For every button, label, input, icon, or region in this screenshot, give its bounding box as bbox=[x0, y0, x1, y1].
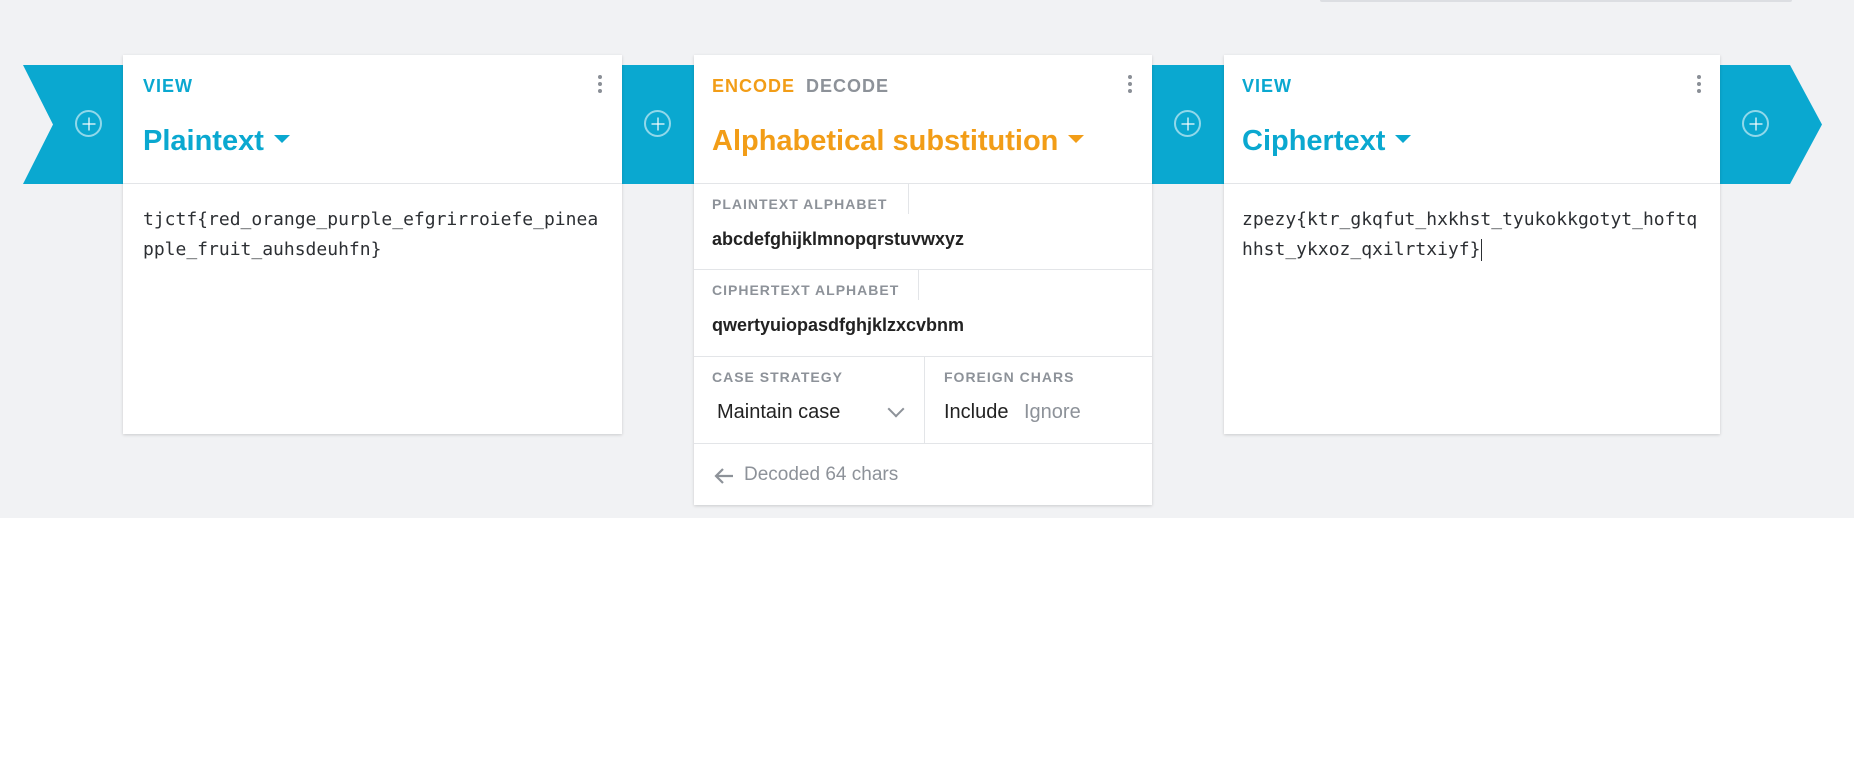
pipeline-end-band bbox=[1720, 65, 1822, 184]
plaintext-alphabet-field[interactable]: PLAINTEXT ALPHABET abcdefghijklmnopqrstu… bbox=[694, 184, 1152, 270]
chevron-down-icon[interactable] bbox=[887, 400, 905, 418]
ciphertext-view-card: VIEW Ciphertext zpezy{ktr_gkqfut_hxkhst_… bbox=[1224, 55, 1720, 434]
encoder-title: Alphabetical substitution bbox=[712, 125, 1059, 157]
text-cursor bbox=[1481, 239, 1483, 261]
caret-down-icon bbox=[1068, 135, 1085, 144]
plaintext-alphabet-value[interactable]: abcdefghijklmnopqrstuvwxyz bbox=[712, 229, 964, 250]
pipeline-connector-band bbox=[622, 65, 694, 184]
encoder-title-dropdown[interactable]: Alphabetical substitution bbox=[712, 125, 1085, 158]
more-vertical-icon[interactable] bbox=[1128, 75, 1132, 96]
arrow-left-icon bbox=[714, 468, 733, 484]
card-header: VIEW Plaintext bbox=[123, 55, 622, 184]
ciphertext-alphabet-value[interactable]: qwertyuiopasdfghjklzxcvbnm bbox=[712, 315, 964, 336]
add-step-icon[interactable] bbox=[644, 110, 671, 137]
case-strategy-select[interactable]: Maintain case bbox=[717, 401, 840, 424]
decode-tab[interactable]: DECODE bbox=[806, 76, 889, 97]
card-header: VIEW Ciphertext bbox=[1224, 55, 1720, 184]
add-step-icon[interactable] bbox=[1174, 110, 1201, 137]
view-title-dropdown[interactable]: Ciphertext bbox=[1242, 125, 1412, 158]
plaintext-content[interactable]: tjctf{red_orange_purple_efgrirroiefe_pin… bbox=[143, 205, 602, 265]
pipeline-canvas: VIEW Plaintext tjctf{red_orange_purple_e… bbox=[0, 0, 1854, 518]
add-step-icon[interactable] bbox=[1742, 110, 1769, 137]
pipeline-connector-band bbox=[1152, 65, 1224, 184]
view-mode-tab[interactable]: VIEW bbox=[1242, 76, 1292, 97]
status-text: Decoded 64 chars bbox=[744, 464, 899, 485]
ciphertext-content-area[interactable]: zpezy{ktr_gkqfut_hxkhst_tyukokkgotyt_hof… bbox=[1242, 205, 1700, 265]
plaintext-view-card: VIEW Plaintext tjctf{red_orange_purple_e… bbox=[123, 55, 622, 434]
options-row: CASE STRATEGY Maintain case FOREIGN CHAR… bbox=[694, 357, 1152, 444]
label-divider bbox=[908, 184, 909, 214]
more-vertical-icon[interactable] bbox=[598, 75, 602, 96]
field-label: CIPHERTEXT ALPHABET bbox=[712, 282, 900, 298]
field-label: FOREIGN CHARS bbox=[944, 369, 1075, 385]
translation-status: Decoded 64 chars bbox=[694, 444, 1152, 506]
substitution-card: ENCODE DECODE Alphabetical substitution … bbox=[694, 55, 1152, 505]
ciphertext-content: zpezy{ktr_gkqfut_hxkhst_tyukokkgotyt_hof… bbox=[1242, 209, 1698, 260]
foreign-chars-field: FOREIGN CHARS Include Ignore bbox=[924, 357, 1152, 443]
caret-down-icon bbox=[1395, 135, 1412, 144]
foreign-include-option[interactable]: Include bbox=[944, 401, 1009, 424]
ciphertext-alphabet-field[interactable]: CIPHERTEXT ALPHABET qwertyuiopasdfghjklz… bbox=[694, 270, 1152, 357]
more-vertical-icon[interactable] bbox=[1697, 75, 1701, 96]
view-mode-tab[interactable]: VIEW bbox=[143, 76, 193, 97]
foreign-ignore-option[interactable]: Ignore bbox=[1024, 401, 1081, 424]
view-title-dropdown[interactable]: Plaintext bbox=[143, 125, 290, 158]
card-header: ENCODE DECODE Alphabetical substitution bbox=[694, 55, 1152, 184]
case-strategy-field[interactable]: CASE STRATEGY Maintain case bbox=[694, 357, 925, 443]
field-label: CASE STRATEGY bbox=[712, 369, 843, 385]
field-label: PLAINTEXT ALPHABET bbox=[712, 196, 888, 212]
encode-tab[interactable]: ENCODE bbox=[712, 76, 795, 97]
caret-down-icon bbox=[273, 135, 290, 144]
add-step-icon[interactable] bbox=[75, 110, 102, 137]
top-panel-edge bbox=[1320, 0, 1792, 2]
label-divider bbox=[918, 270, 919, 300]
view-title: Plaintext bbox=[143, 125, 264, 157]
view-title: Ciphertext bbox=[1242, 125, 1386, 157]
pipeline-start-band bbox=[23, 65, 123, 184]
